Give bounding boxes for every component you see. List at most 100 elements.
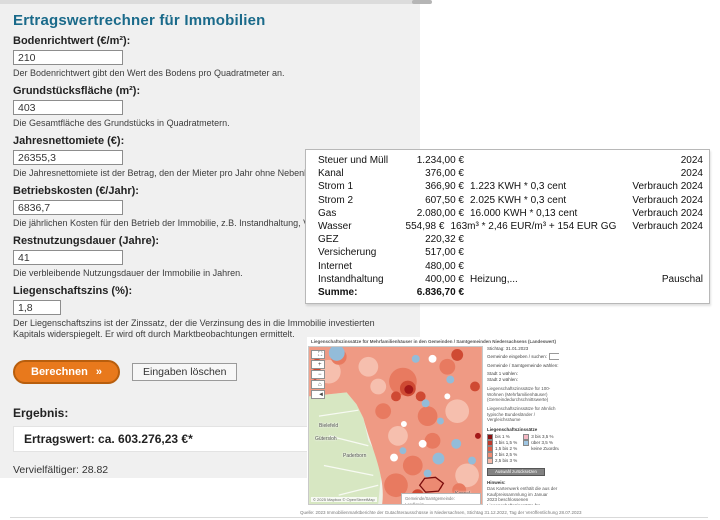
map-title: Liegenschaftszinssätze für Mehrfamilienh…: [310, 339, 557, 344]
choropleth-map[interactable]: ⛶ + − ⌂ ◄ Bielefeld Gütersloh Paderborn …: [308, 346, 483, 505]
note-title: Hinweis:: [487, 480, 506, 486]
map-reset-button[interactable]: Auswahl zurücksetzen: [487, 468, 545, 477]
bottom-divider: [10, 517, 708, 518]
legend-title: Liegenschaftszinssätze: [487, 426, 538, 432]
total-detail: [464, 286, 603, 299]
cost-detail: [464, 233, 603, 246]
page-title: Ertragswertrechner für Immobilien: [13, 12, 266, 29]
table-row: Internet 480,00 €: [318, 260, 703, 273]
cost-detail: 163m³ * 2,46 EUR/m³ + 154 EUR GG: [450, 220, 617, 232]
cost-amount: 554,98 €: [405, 220, 445, 232]
map-control-button[interactable]: ⌂: [311, 380, 325, 389]
clear-inputs-button[interactable]: Eingaben löschen: [131, 363, 238, 381]
cost-detail: [464, 260, 603, 273]
form-field-group: Grundstücksfläche (m²): Die Gesamtfläche…: [13, 85, 412, 129]
calculate-button[interactable]: Berechnen »: [13, 360, 120, 384]
cost-source: Verbrauch 2024: [632, 207, 703, 219]
field-input[interactable]: [13, 300, 61, 315]
cost-amount: 376,00 €: [425, 168, 464, 180]
cost-name: Wasser: [318, 220, 352, 232]
map-side-panel: Stichtag: 31.01.2023 Gemeinde eingeben /…: [487, 346, 559, 505]
cost-name: Strom 1: [318, 181, 354, 193]
field-input[interactable]: [13, 50, 123, 65]
city-label: Gütersloh: [315, 436, 337, 442]
cost-detail: Heizung,...: [470, 273, 518, 285]
map-caption: Quelle: 2023 Immobilienmarktberichte der…: [300, 510, 582, 515]
cost-amount: 400,00 €: [425, 273, 464, 285]
double-arrow-icon: »: [95, 366, 102, 378]
map-search-input[interactable]: [549, 353, 559, 361]
cost-amount: 607,50 €: [425, 194, 464, 206]
legend-label: über 3,5 %: [531, 440, 554, 446]
tooltip-line: Landkreis:: [405, 501, 425, 505]
cost-source: Pauschal: [661, 273, 703, 285]
legend-item: keine Zuordnung: [523, 446, 559, 452]
map-control-button[interactable]: ◄: [311, 390, 325, 399]
cost-source: Verbrauch 2024: [632, 220, 703, 232]
cost-source: 2024: [680, 168, 703, 180]
note-text: Das Kartenwerk enthält die aus der Kaufp…: [487, 486, 558, 505]
cost-name: Steuer und Müll: [318, 155, 389, 166]
legend-label: 1,5 bis 2 %: [495, 446, 518, 452]
total-source: [603, 286, 703, 299]
field-label: Bodenrichtwert (€/m²):: [13, 35, 131, 47]
table-row: Kanal 376,00 € 2024: [318, 167, 703, 180]
legend-label: 3 bis 3,5 %: [531, 434, 554, 440]
cost-amount: 517,00 €: [425, 247, 464, 259]
cost-source: [603, 233, 703, 246]
cost-amount: 1.234,00 €: [416, 155, 464, 166]
map-control-button[interactable]: ⛶: [311, 350, 325, 359]
cost-name: GEZ: [318, 234, 339, 246]
table-row: Strom 2 607,50 € 2.025 KWH * 0,3 cent Ve…: [318, 194, 703, 207]
field-input[interactable]: [13, 250, 123, 265]
legend-label: 1 bis 1,5 %: [495, 440, 518, 446]
stadt2-label[interactable]: Stadt 2 wählen:: [487, 377, 559, 382]
map-controls: ⛶ + − ⌂ ◄: [311, 350, 325, 400]
cost-amount: 366,90 €: [425, 181, 464, 193]
cost-detail: 16.000 KWH * 0,13 cent: [470, 207, 578, 219]
calculate-button-label: Berechnen: [31, 366, 88, 378]
map-control-button[interactable]: +: [311, 360, 325, 369]
legend-label: bis 1 %: [495, 434, 510, 440]
table-row: Versicherung 517,00 €: [318, 246, 703, 259]
legend-column-right: 3 bis 3,5 % über 3,5 % keine Zuordnung: [523, 434, 559, 464]
cost-name: Strom 2: [318, 194, 354, 206]
cost-name: Versicherung: [318, 247, 377, 259]
field-input[interactable]: [13, 100, 123, 115]
field-help-text: Der Bodenrichtwert gibt den Wert des Bod…: [13, 68, 285, 78]
map-search-label: Gemeinde eingeben / suchen:: [487, 354, 548, 360]
city-label: Bielefeld: [319, 423, 339, 429]
total-amount: 6.836,70 €: [416, 286, 464, 298]
table-row: Wasser 554,98 € 163m³ * 2,46 EUR/m³ + 15…: [318, 220, 703, 233]
legend-label: 2 bis 2,5 %: [495, 452, 518, 458]
map-attribution: © 2025 Mapbox © OpenStreetMap: [311, 497, 377, 502]
legend-swatch: [523, 440, 530, 447]
table-row: GEZ 220,32 €: [318, 233, 703, 246]
field-input[interactable]: [13, 150, 123, 165]
page: Ertragswertrechner für Immobilien Bodenr…: [0, 0, 720, 520]
table-total-row: Summe: 6.836,70 €: [318, 286, 703, 299]
legend-item: 2,5 bis 3 %: [487, 458, 518, 465]
table-row: Gas 2.080,00 € 16.000 KWH * 0,13 cent Ve…: [318, 207, 703, 220]
cost-name: Gas: [318, 207, 337, 219]
field-label: Grundstücksfläche (m²):: [13, 85, 141, 97]
field-input[interactable]: [13, 200, 123, 215]
cost-detail: 2.025 KWH * 0,3 cent: [470, 194, 567, 206]
legend-label: 2,5 bis 3 %: [495, 458, 518, 464]
map-paragraph-2: Liegenschaftszinssätze für ähnlich typis…: [487, 406, 556, 423]
cost-amount: 220,32 €: [425, 234, 464, 246]
map-figure: Liegenschaftszinssätze für Mehrfamilienh…: [307, 337, 560, 508]
cost-detail: [464, 167, 603, 180]
map-control-button[interactable]: −: [311, 370, 325, 379]
cost-source: Verbrauch 2024: [632, 194, 703, 206]
cost-rows: Steuer und Müll 1.234,00 € 2024 Kanal 37…: [318, 154, 703, 286]
total-label: Summe:: [318, 286, 358, 298]
cost-source: 2024: [680, 155, 703, 166]
table-row: Strom 1 366,90 € 1.223 KWH * 0,3 cent Ve…: [318, 180, 703, 193]
cost-amount: 2.080,00 €: [416, 207, 464, 219]
legend-column-left: bis 1 % 1 bis 1,5 % 1,5 bis 2 % 2 bis 2,…: [487, 434, 518, 465]
cost-source: [603, 260, 703, 273]
table-row: Instandhaltung 400,00 € Heizung,... Paus…: [318, 273, 703, 286]
cost-name: Internet: [318, 260, 352, 272]
map-tooltip: Gemeinde/Samtgemeinde: Landkreis: Liegen…: [401, 493, 481, 505]
